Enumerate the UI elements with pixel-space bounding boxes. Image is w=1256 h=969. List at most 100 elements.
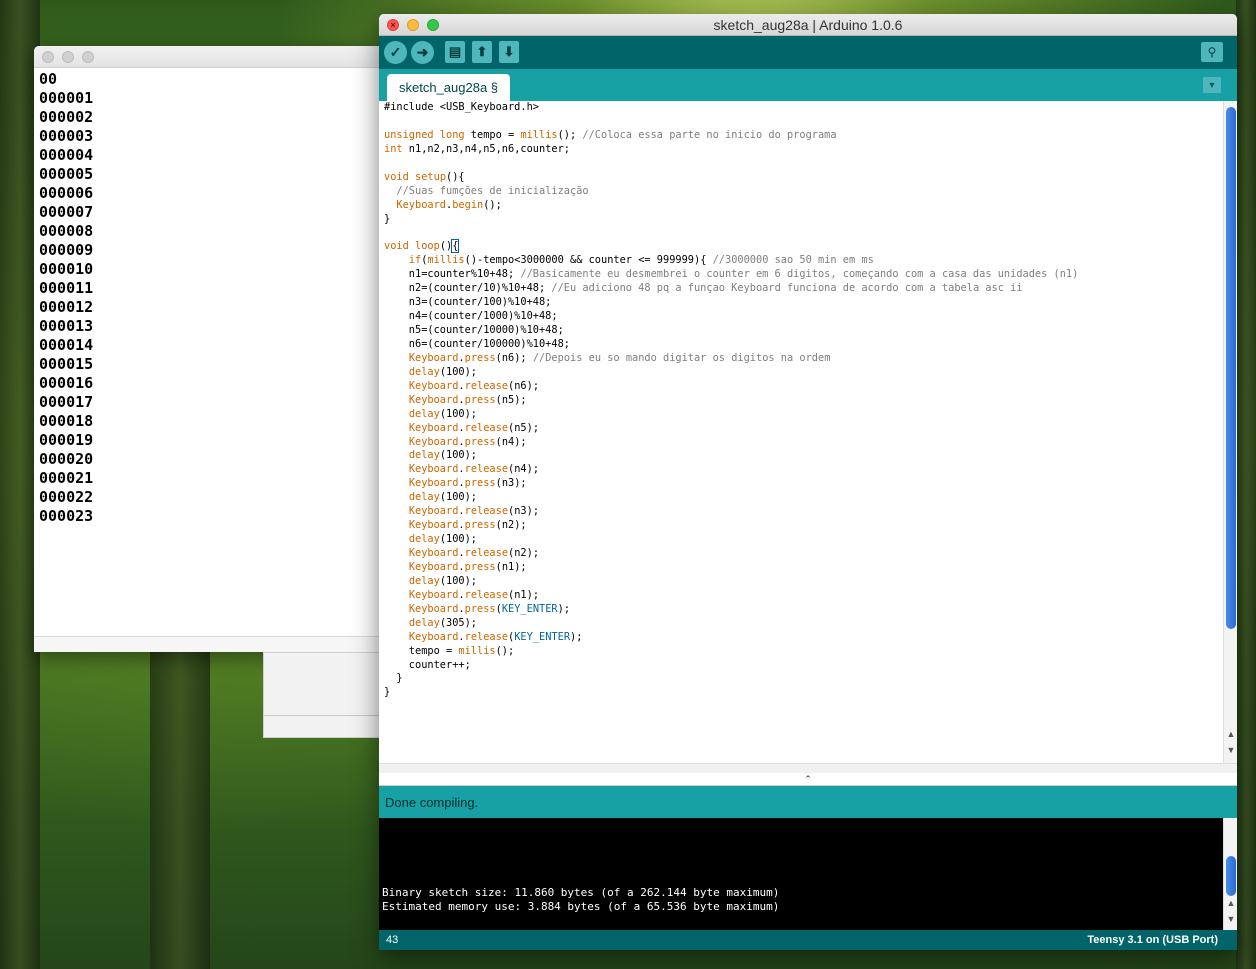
serial-output-text[interactable]: 00 000001 000002 000003 000004 000005 000006 00… (34, 68, 384, 526)
code-line: Keyboard.release(n5); (384, 422, 1223, 436)
code-token: n4=(counter/1000)%10+48; (384, 310, 558, 323)
code-token: (); (557, 128, 583, 141)
tab-sketch[interactable]: sketch_aug28a § (387, 74, 511, 101)
code-token: (n2); (495, 519, 527, 532)
code-line: Keyboard.press(n3); (384, 477, 1223, 491)
save-button[interactable]: ⬇ (499, 41, 519, 63)
code-line: if(millis()-tempo<3000000 && counter <= … (384, 254, 1223, 268)
editor-horizontal-scrollbar[interactable] (379, 763, 1237, 773)
code-token: release (464, 505, 509, 518)
code-token: //Basicamente eu desmembrei o counter em… (520, 268, 1079, 281)
scroll-down-icon[interactable]: ▼ (1224, 914, 1237, 924)
console-scrollbar[interactable]: ▲ ▼ (1223, 818, 1237, 930)
code-line: #include <USB_Keyboard.h> (384, 101, 1223, 115)
code-line: Keyboard.press(n2); (384, 519, 1223, 533)
code-token: press (464, 435, 496, 448)
code-token: tempo = (384, 644, 459, 657)
scrollbar-thumb[interactable] (1226, 107, 1236, 629)
code-token: release (464, 630, 509, 643)
serial-monitor-button[interactable]: ⚲ (1201, 42, 1223, 62)
code-line: Keyboard.press(n6); //Depois eu so mando… (384, 352, 1223, 366)
status-message: Done compiling. (385, 795, 479, 810)
scrollbar-thumb[interactable] (1226, 856, 1236, 896)
code-token: (n3); (495, 477, 527, 490)
code-token: ()-tempo<3000000 && counter <= 999999){ (464, 254, 713, 267)
line-number: 43 (386, 934, 399, 946)
zoom-button[interactable] (82, 51, 94, 63)
code-editor[interactable]: #include <USB_Keyboard.h> unsigned long t… (379, 101, 1223, 763)
upload-button[interactable]: ➜ (411, 41, 434, 64)
code-token: n1,n2,n3,n4,n5,n6,counter; (402, 142, 570, 155)
code-line: n2=(counter/10)%10+48; //Eu adiciono 48 … (384, 282, 1223, 296)
code-line: delay(305); (384, 617, 1223, 631)
code-line: } (384, 686, 1223, 700)
minimize-button[interactable] (62, 51, 74, 63)
console-line: Binary sketch size: 11.860 bytes (of a 2… (382, 886, 780, 899)
serial-window-titlebar[interactable] (34, 46, 384, 68)
editor-vertical-scrollbar[interactable]: ▲ ▼ (1223, 101, 1237, 763)
code-token: (n5); (495, 393, 527, 406)
code-token: delay (408, 407, 440, 420)
code-token: Keyboard (408, 393, 459, 406)
code-line: unsigned long tempo = millis(); //Coloca… (384, 129, 1223, 143)
code-token: millis (458, 644, 496, 657)
scroll-down-icon[interactable]: ▼ (1224, 745, 1237, 755)
code-token: unsigned long (384, 128, 465, 141)
code-token: #include <USB_Keyboard.h> (384, 101, 539, 113)
code-token: () (439, 240, 453, 253)
code-line: Keyboard.begin(); (384, 199, 1223, 213)
console-line: Estimated memory use: 3.884 bytes (of a … (382, 900, 780, 913)
code-token: (); (483, 198, 502, 211)
code-token: Keyboard (408, 351, 459, 364)
chevron-up-icon: ⌃ (804, 774, 812, 784)
pane-divider[interactable]: ⌃ (379, 773, 1237, 786)
zoom-button[interactable] (427, 19, 439, 31)
scroll-up-icon[interactable]: ▲ (1224, 898, 1237, 908)
code-line: tempo = millis(); (384, 645, 1223, 659)
code-token: delay (408, 491, 440, 504)
close-button[interactable]: × (387, 19, 399, 31)
serial-line: 000017 (39, 393, 94, 411)
scroll-up-icon[interactable]: ▲ (1224, 729, 1237, 739)
code-line: delay(100); (384, 575, 1223, 589)
open-button[interactable]: ⬆ (472, 41, 492, 63)
serial-window-bottom-bar (34, 636, 384, 652)
code-token: if (408, 254, 422, 267)
tab-menu-button[interactable]: ▼ (1203, 77, 1221, 93)
code-token: (n3); (508, 505, 540, 518)
new-button[interactable]: ▤ (445, 41, 465, 63)
code-token: (100); (439, 407, 478, 420)
code-token: Keyboard (408, 379, 459, 392)
code-line: counter++; (384, 659, 1223, 673)
minimize-button[interactable] (407, 19, 419, 31)
code-token: millis (520, 128, 558, 141)
serial-line: 000006 (39, 184, 94, 202)
code-token: press (464, 602, 496, 615)
code-token: int (384, 142, 403, 155)
console-output[interactable]: Binary sketch size: 11.860 bytes (of a 2… (379, 818, 1223, 930)
code-line: delay(100); (384, 449, 1223, 463)
code-token: delay (408, 365, 440, 378)
code-token: (n6); (495, 351, 533, 364)
code-token: n1=counter%10+48; (384, 268, 521, 281)
close-button[interactable] (42, 51, 54, 63)
arrow-right-icon: ➜ (416, 44, 429, 60)
code-token: press (464, 477, 496, 490)
ide-titlebar[interactable]: × sketch_aug28a | Arduino 1.0.6 (379, 14, 1237, 36)
code-token: (100); (439, 491, 478, 504)
verify-button[interactable]: ✓ (384, 41, 407, 64)
code-token: //Eu adiciono 48 pq a funçao Keyboard fu… (551, 282, 1023, 295)
close-icon: × (390, 20, 396, 30)
code-token: setup (415, 170, 447, 183)
serial-line: 000015 (39, 355, 94, 373)
